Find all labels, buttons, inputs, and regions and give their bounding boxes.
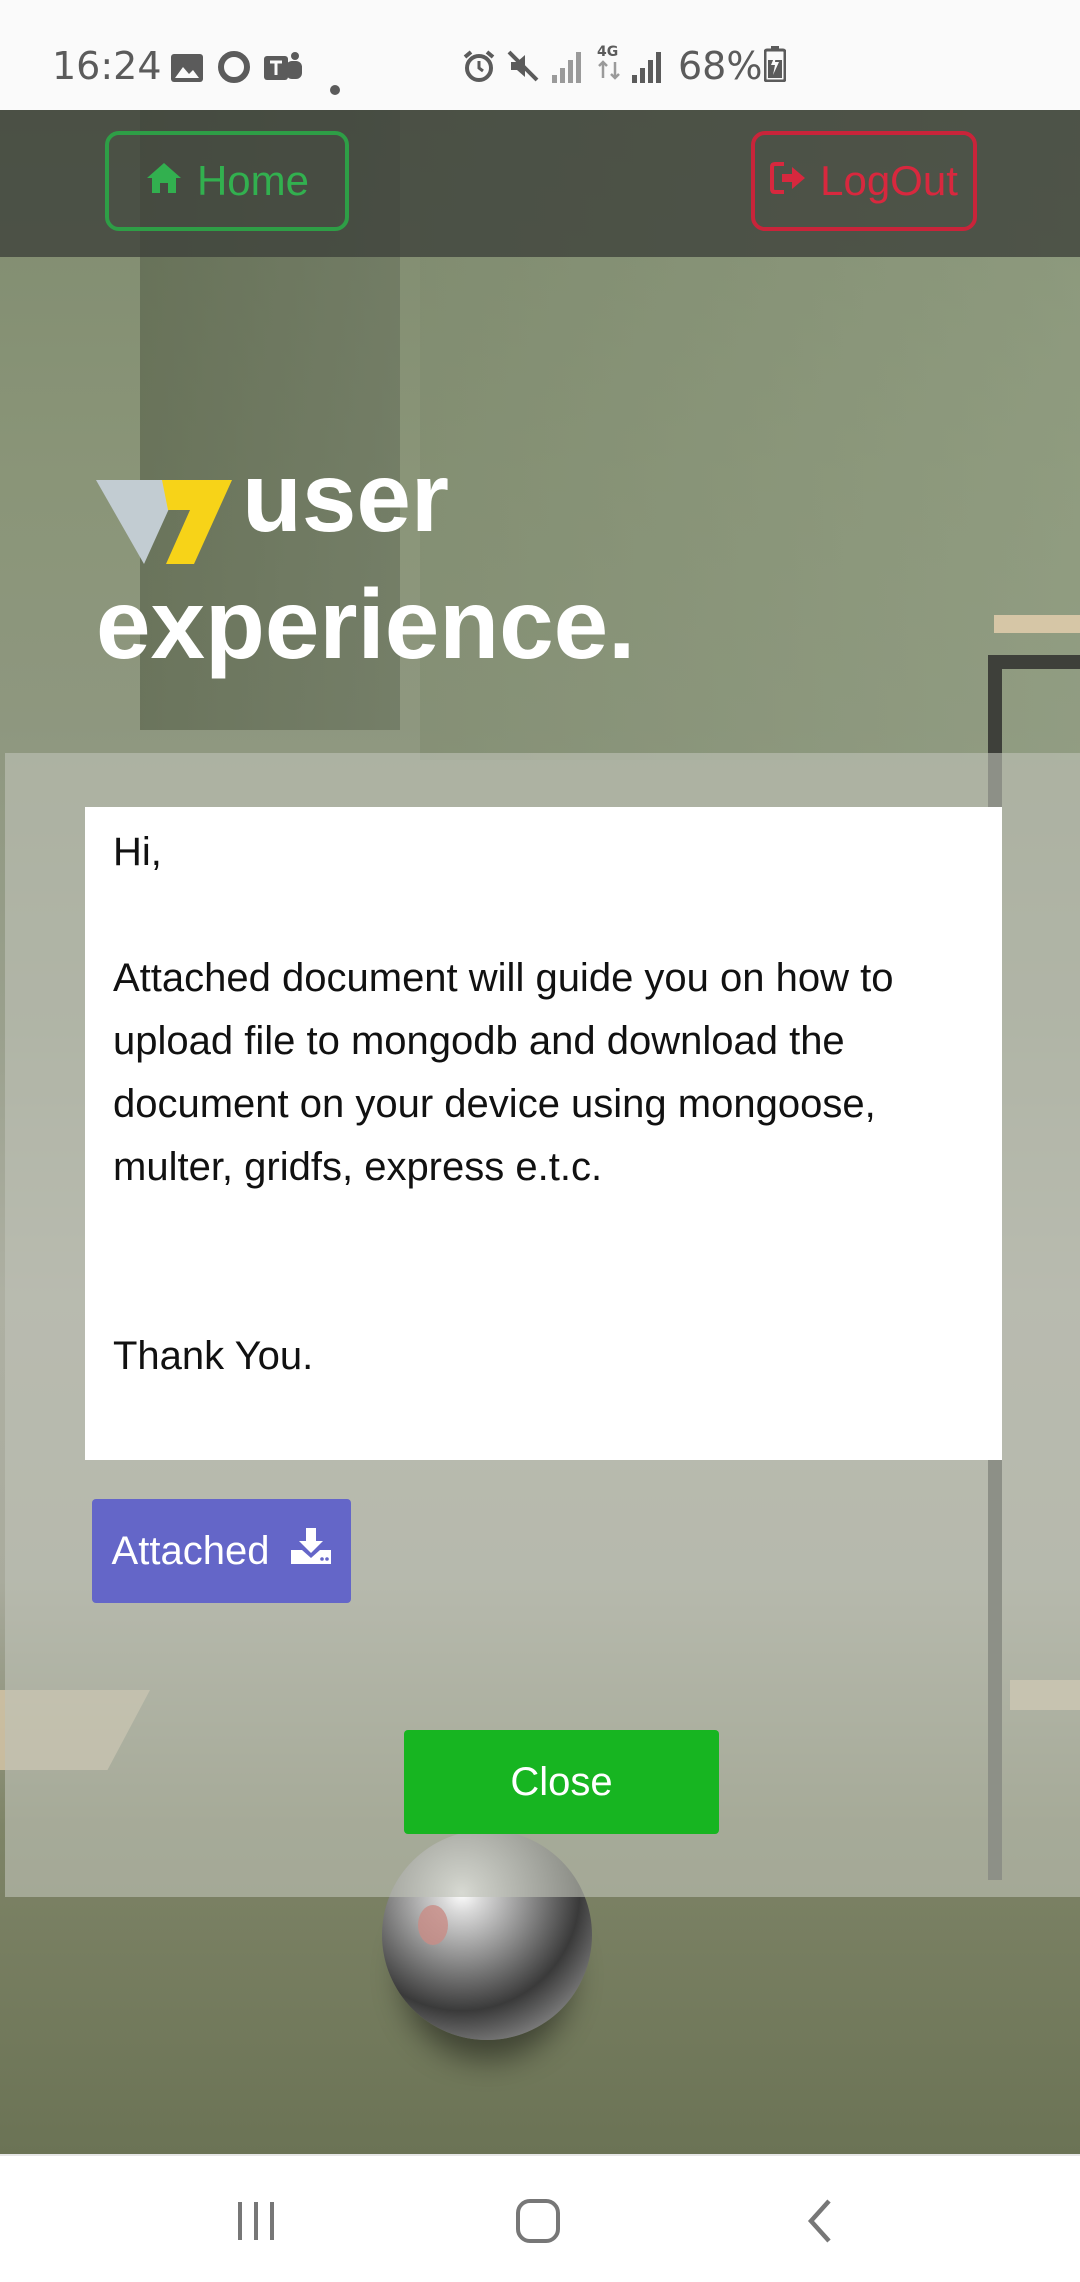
brand-logo [96, 480, 232, 564]
close-button[interactable]: Close [404, 1730, 719, 1834]
home-button[interactable]: Home [105, 131, 349, 231]
system-nav-bar [0, 2154, 1080, 2282]
recents-icon[interactable] [226, 2196, 286, 2246]
download-icon [291, 1528, 332, 1574]
svg-text:4G: 4G [597, 44, 618, 60]
logout-button[interactable]: LogOut [751, 131, 977, 231]
sphere-reflection [418, 1905, 448, 1945]
battery-percent: 68% [678, 44, 763, 88]
message-greeting: Hi, [113, 830, 162, 874]
shelf-bar [988, 655, 1080, 669]
hero-title-line2: experience. [96, 569, 636, 679]
message-signoff: Thank You. [113, 1334, 314, 1378]
gallery-icon [170, 48, 204, 92]
sign-out-icon [770, 157, 808, 205]
back-icon[interactable] [790, 2196, 850, 2246]
teams-icon [264, 48, 304, 92]
opera-icon [218, 48, 250, 92]
alarm-icon [462, 48, 496, 92]
attached-download-button[interactable]: Attached [92, 1499, 351, 1603]
top-nav: Home LogOut [0, 110, 1080, 257]
hero-title-line1: user [242, 442, 450, 552]
battery-charging-icon [763, 46, 787, 91]
mute-icon [506, 48, 540, 92]
message-body: Attached document will guide you on how … [113, 956, 894, 1189]
dot-icon [330, 60, 340, 104]
status-bar: 16:24 4G 68% [0, 0, 1080, 110]
shelf-board [994, 615, 1080, 633]
message-box: Hi, Attached document will guide you on … [85, 807, 1002, 1460]
status-time: 16:24 [52, 44, 162, 88]
signal-icon [632, 48, 662, 92]
home-icon[interactable] [508, 2196, 568, 2246]
attached-label: Attached [111, 1528, 270, 1573]
4g-icon: 4G [596, 42, 622, 91]
house-icon [145, 157, 183, 205]
home-label: Home [196, 157, 310, 204]
logout-label: LogOut [820, 157, 958, 204]
signal-icon [552, 48, 582, 92]
